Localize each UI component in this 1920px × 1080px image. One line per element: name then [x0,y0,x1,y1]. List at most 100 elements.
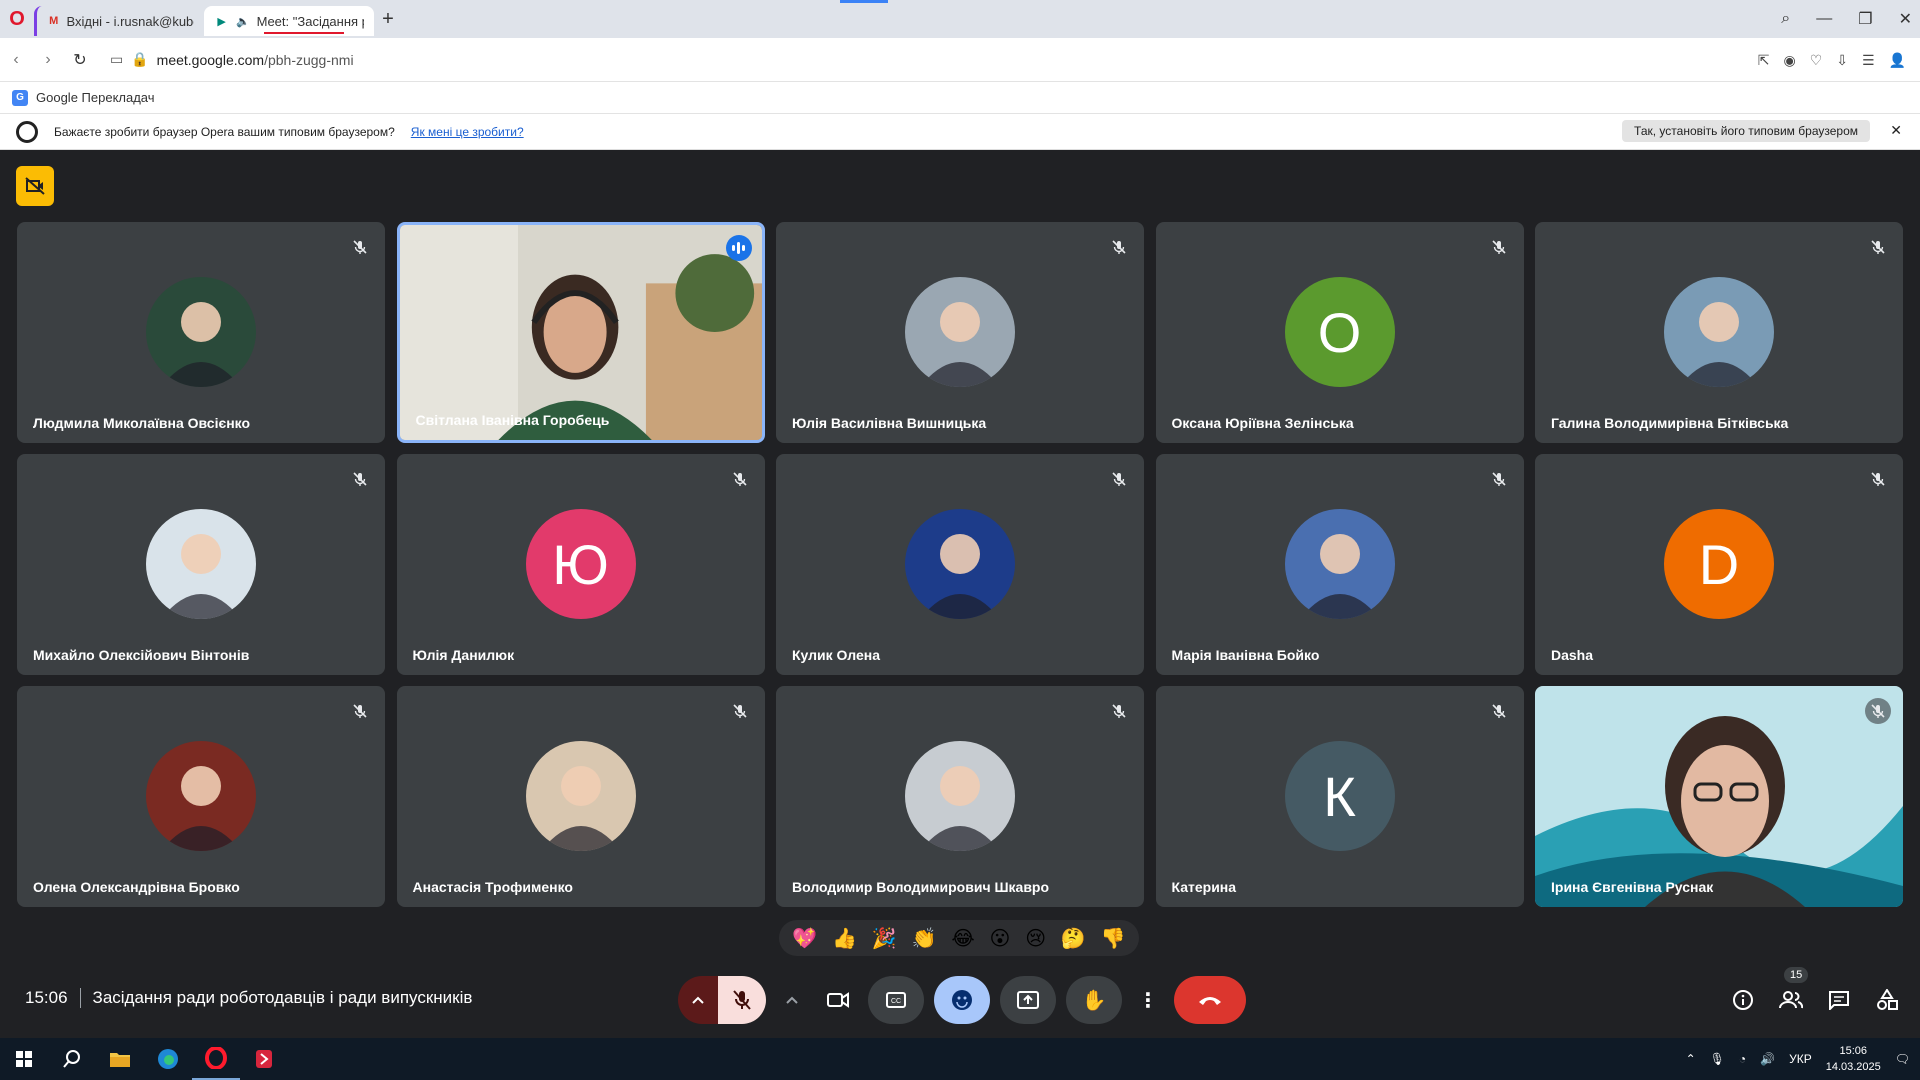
camera-toggle-button[interactable] [818,976,858,1024]
close-icon[interactable]: ✕ [1890,122,1902,139]
app-taskbar-button[interactable] [240,1038,288,1080]
search-button[interactable] [48,1038,96,1080]
participant-tile[interactable]: Олена Олександрівна Бровко [17,686,385,907]
heart-icon[interactable]: ♡ [1810,52,1823,69]
mic-options-button[interactable] [678,976,718,1024]
volume-icon[interactable]: 🔊 [1760,1052,1775,1066]
participant-tile[interactable]: О Оксана Юріївна Зелінська [1155,222,1524,443]
avatar-initial: К [1284,741,1395,851]
participant-tile[interactable]: К Катерина [1155,686,1524,907]
opera-taskbar-button[interactable] [192,1038,240,1080]
participant-tile[interactable]: Ю Юлія Данилюк [396,454,765,675]
avatar-letter: К [1323,764,1356,828]
chat-button[interactable] [1826,987,1852,1013]
tab-gmail[interactable]: M Вхідні - i.rusnak@kubg.ec [34,6,204,36]
mic-off-icon [733,990,751,1010]
clock-time: 15:06 [1839,1045,1867,1057]
meet-icon: ▶ [217,15,226,28]
participant-tile[interactable]: Ірина Євгенівна Руснак [1535,686,1903,907]
easy-setup-icon[interactable]: ☰ [1862,52,1875,69]
participant-tile[interactable]: Володимир Володимирович Шкавро [776,686,1144,907]
forward-button[interactable]: › [32,51,64,69]
participant-tile[interactable]: Юлія Василівна Вишницька [776,222,1144,443]
notifications-icon[interactable]: 🗨 [1895,1052,1910,1066]
clock-date: 14.03.2025 [1825,1061,1881,1073]
reaction-bar: 💖 👍 🎉 👏 😂 😮 😢 🤔 👎 [779,920,1139,956]
leave-call-button[interactable] [1174,976,1246,1024]
new-tab-button[interactable]: + [374,5,402,33]
camera-off-badge[interactable] [16,166,54,206]
participant-tile[interactable]: Марія Іванівна Бойко [1155,454,1524,675]
mic-off-icon [347,234,373,260]
search-icon [63,1050,80,1068]
microphone-tray-icon[interactable]: 🎙 [1710,1052,1725,1066]
activities-button[interactable] [1874,987,1900,1013]
participant-name: Володимир Володимирович Шкавро [792,879,1050,895]
clock[interactable]: 15:06 14.03.2025 [1826,1043,1881,1075]
mic-off-icon [1106,466,1132,492]
profile-icon[interactable]: 👤 [1889,52,1906,69]
reaction-emoji[interactable]: 🎉 [872,926,897,951]
present-screen-button[interactable] [1000,976,1056,1024]
mic-off-icon [1106,698,1132,724]
speaker-icon[interactable]: 🔈 [235,14,250,28]
participant-name: Анастасія Трофименко [412,879,573,895]
participant-tile[interactable]: Анастасія Трофименко [396,686,765,907]
share-icon[interactable]: ⇱ [1758,52,1770,69]
file-explorer-button[interactable] [96,1038,144,1080]
reaction-emoji[interactable]: 🤔 [1061,926,1086,951]
close-window-button[interactable]: ✕ [1899,9,1912,29]
minimize-button[interactable]: — [1816,10,1832,28]
reaction-emoji[interactable]: 👏 [912,926,937,951]
bookmark-google-translate[interactable]: Google Перекладач [36,90,155,105]
participant-tile[interactable]: Кулик Олена [776,454,1144,675]
captions-button[interactable]: CC [868,976,924,1024]
people-button[interactable]: 15 [1778,967,1809,1013]
set-default-button[interactable]: Так, установіть його типовим браузером [1622,120,1870,142]
participant-tile[interactable]: D Dasha [1535,454,1903,675]
network-icon[interactable]: ◔ [1739,1052,1746,1066]
search-icon[interactable]: ⌕ [1781,10,1790,28]
download-icon[interactable]: ⇩ [1836,52,1848,69]
activities-icon [1877,989,1898,1010]
url-field[interactable]: ▭ 🔒 meet.google.com/pbh-zugg-nmi [110,51,354,68]
participant-grid: Людмила Миколаївна Овсієнко Світлана Іван… [17,222,1903,908]
call-controls: CC ✋ ⋮ [678,976,1246,1024]
participant-tile[interactable]: Михайло Олексійович Вінтонів [17,454,385,675]
emoji-reactions-button[interactable] [934,976,990,1024]
reaction-emoji[interactable]: 👍 [832,926,857,951]
mic-toggle-button[interactable] [718,976,766,1024]
infobar-help-link[interactable]: Як мені це зробити? [411,125,524,139]
language-indicator[interactable]: УКР [1789,1052,1812,1066]
snapshot-icon[interactable]: ◉ [1783,52,1795,69]
reaction-emoji[interactable]: 😢 [1025,926,1046,951]
more-options-button[interactable]: ⋮ [1132,976,1164,1024]
meeting-details-button[interactable] [1730,987,1756,1013]
reaction-emoji[interactable]: 😮 [990,926,1011,951]
info-icon [1733,990,1753,1010]
opera-menu-icon[interactable]: O [0,0,34,38]
tab-meet[interactable]: ▶ 🔈 Meet: "Засідання р [204,6,374,36]
participant-tile[interactable]: Людмила Миколаївна Овсієнко [17,222,385,443]
speaking-indicator-icon [725,235,752,261]
reaction-emoji[interactable]: 💖 [792,926,817,951]
camera-icon [827,992,849,1008]
url-domain: meet.google.com [156,51,265,68]
mic-off-icon [727,698,753,724]
participant-tile[interactable]: Галина Володимирівна Бітківська [1535,222,1903,443]
back-button[interactable]: ‹ [0,51,32,69]
restore-button[interactable]: ❐ [1858,9,1872,29]
reaction-emoji[interactable]: 😂 [951,926,974,951]
raise-hand-button[interactable]: ✋ [1066,976,1122,1024]
edge-button[interactable] [144,1038,192,1080]
people-icon [1779,991,1803,1009]
reaction-emoji[interactable]: 👎 [1101,926,1126,951]
participant-tile[interactable]: Світлана Іванівна Горобець [396,222,765,443]
participant-name: Олена Олександрівна Бровко [33,879,240,895]
reload-button[interactable]: ↻ [64,50,96,70]
tab-label: Meet: "Засідання р [256,13,365,29]
start-button[interactable] [0,1038,48,1080]
chevron-up-icon[interactable]: ⌃ [1686,1052,1696,1066]
camera-permission-icon[interactable]: ▭ [110,51,123,68]
camera-options-button[interactable] [776,976,808,1024]
